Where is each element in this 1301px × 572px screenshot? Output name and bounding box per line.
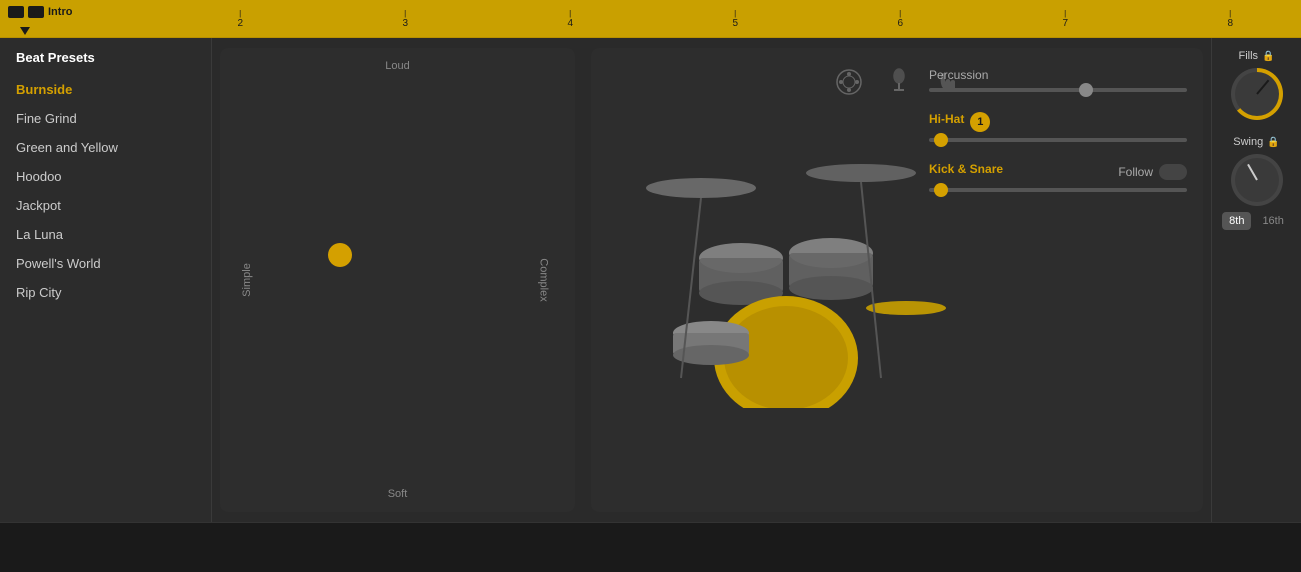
follow-switch[interactable] [1159, 164, 1187, 180]
kick-snare-slider[interactable] [929, 188, 1187, 192]
hihat-thumb[interactable] [934, 133, 948, 147]
fills-label: Fills 🔒 [1238, 50, 1274, 62]
timeline-ruler[interactable]: ▶ ↩ Intro 2 3 4 5 6 7 8 [0, 0, 1301, 38]
bottom-bar [0, 522, 1301, 572]
main-content: Beat Presets Burnside Fine Grind Green a… [0, 38, 1301, 522]
percussion-section: Percussion [929, 68, 1187, 92]
swing-buttons: 8th 16th [1222, 212, 1291, 230]
timeline-label-area: ▶ ↩ Intro [8, 6, 72, 18]
pad-label-simple: Simple [241, 263, 253, 297]
fills-knob[interactable] [1231, 68, 1283, 120]
swing-label: Swing 🔒 [1233, 136, 1279, 148]
ruler-mark-4: 4 [567, 9, 573, 29]
ruler-mark-5: 5 [732, 9, 738, 29]
loop-icon: ↩ [28, 6, 44, 18]
follow-toggle: Follow [1118, 164, 1187, 180]
swing-section: Swing 🔒 8th 16th [1222, 136, 1291, 230]
swing-16th-button[interactable]: 16th [1255, 212, 1290, 230]
percussion-slider[interactable] [929, 88, 1187, 92]
preset-rip-city[interactable]: Rip City [0, 278, 211, 307]
ruler-mark-7: 7 [1062, 9, 1068, 29]
percussion-label: Percussion [929, 68, 1187, 82]
ruler-mark-2: 2 [237, 9, 243, 29]
preset-hoodoo[interactable]: Hoodoo [0, 162, 211, 191]
preset-fine-grind[interactable]: Fine Grind [0, 104, 211, 133]
ruler-mark-3: 3 [402, 9, 408, 29]
kick-snare-row: Kick & Snare Follow [929, 162, 1187, 182]
swing-knob[interactable] [1231, 154, 1283, 206]
fills-text: Fills [1238, 50, 1258, 62]
pad-label-soft: Soft [388, 488, 408, 500]
fills-section: Fills 🔒 [1231, 50, 1283, 120]
sidebar-title: Beat Presets [0, 50, 211, 75]
ruler-mark-8: 8 [1227, 9, 1233, 29]
fills-knob-inner [1235, 72, 1279, 116]
ruler-mark-6: 6 [897, 9, 903, 29]
swing-lock-icon: 🔒 [1267, 137, 1279, 148]
playhead[interactable] [20, 27, 30, 37]
pad-label-loud: Loud [385, 60, 409, 72]
kick-snare-thumb[interactable] [934, 183, 948, 197]
fills-lock-icon: 🔒 [1262, 51, 1274, 62]
preset-powells-world[interactable]: Powell's World [0, 249, 211, 278]
sidebar: Beat Presets Burnside Fine Grind Green a… [0, 38, 212, 522]
play-icon: ▶ [8, 6, 24, 18]
hihat-badge: 1 [970, 112, 990, 132]
beat-pad[interactable]: Loud Soft Simple Complex [220, 48, 575, 512]
drum-controls: Percussion Hi-Hat 1 Kick & Snare [913, 48, 1203, 512]
timeline-section-label: Intro [48, 6, 72, 18]
preset-green-yellow[interactable]: Green and Yellow [0, 133, 211, 162]
ruler-marks: 2 3 4 5 6 7 8 [8, 9, 1293, 29]
preset-jackpot[interactable]: Jackpot [0, 191, 211, 220]
beat-pad-dot[interactable] [328, 243, 352, 267]
drum-area: Percussion Hi-Hat 1 Kick & Snare [591, 48, 1203, 512]
kick-snare-section: Kick & Snare Follow [929, 162, 1187, 192]
kick-snare-label: Kick & Snare [929, 162, 1003, 176]
pad-label-complex: Complex [537, 258, 549, 301]
hihat-section: Hi-Hat 1 [929, 112, 1187, 142]
swing-8th-button[interactable]: 8th [1222, 212, 1251, 230]
hihat-slider[interactable] [929, 138, 1187, 142]
hihat-label-row: Hi-Hat 1 [929, 112, 1187, 132]
follow-label: Follow [1118, 165, 1153, 179]
preset-burnside[interactable]: Burnside [0, 75, 211, 104]
swing-text: Swing [1233, 136, 1263, 148]
right-panel: Fills 🔒 Swing 🔒 8th 16th [1211, 38, 1301, 522]
percussion-thumb[interactable] [1079, 83, 1093, 97]
hihat-label: Hi-Hat [929, 112, 964, 126]
preset-la-luna[interactable]: La Luna [0, 220, 211, 249]
